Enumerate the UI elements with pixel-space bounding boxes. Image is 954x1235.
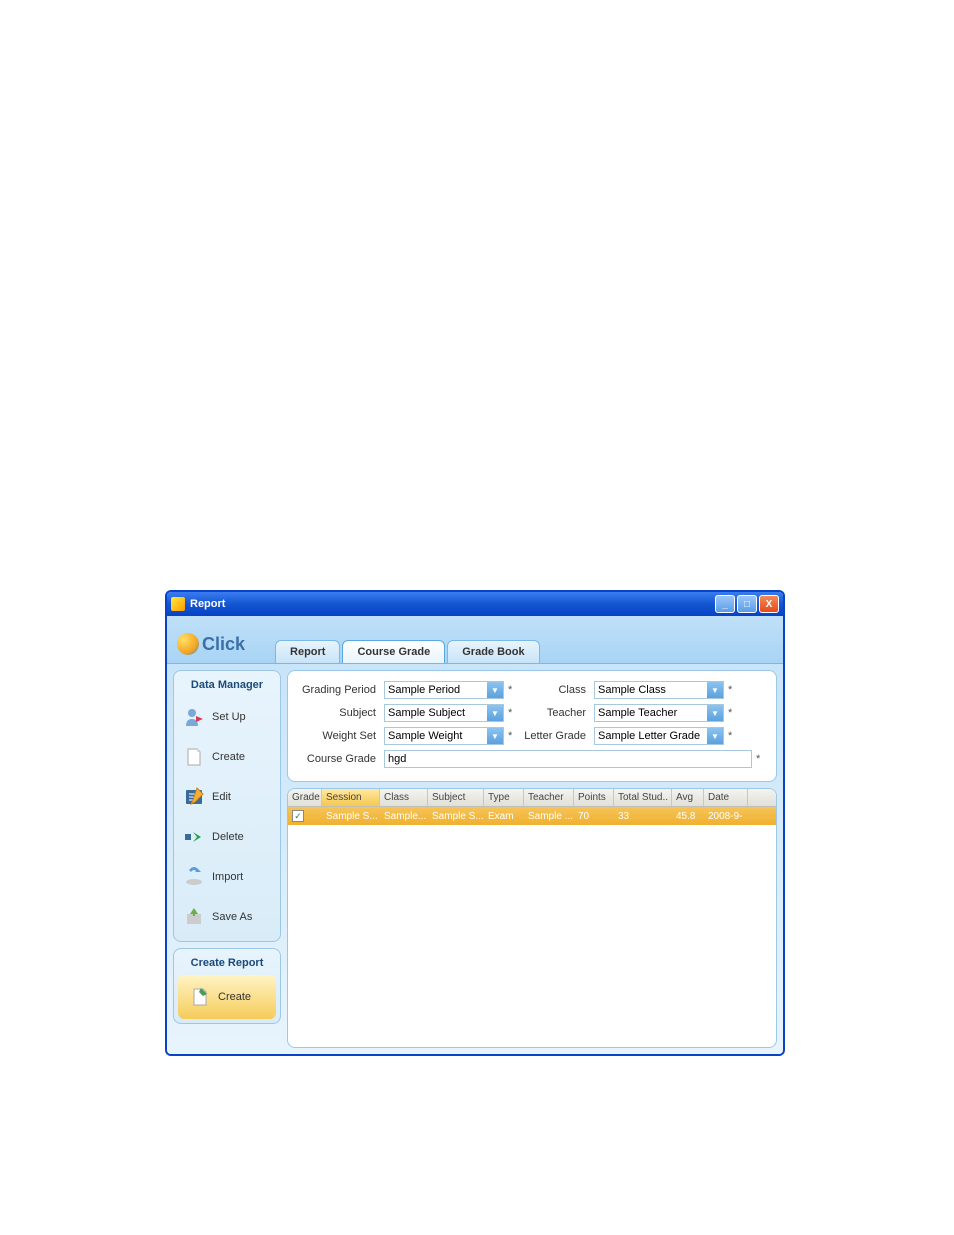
chevron-down-icon[interactable]: ▼ xyxy=(487,728,503,744)
chevron-down-icon[interactable]: ▼ xyxy=(707,705,723,721)
cell-date: 2008-9- xyxy=(704,809,748,824)
label-teacher: Teacher xyxy=(522,707,590,719)
dropdown-teacher[interactable]: Sample Teacher ▼ xyxy=(594,704,724,722)
data-manager-header: Data Manager xyxy=(178,675,276,697)
col-class[interactable]: Class xyxy=(380,789,428,806)
tabs: Report Course Grade Grade Book xyxy=(275,640,540,663)
cell-session: Sample S... xyxy=(322,809,380,824)
col-teacher[interactable]: Teacher xyxy=(524,789,574,806)
cell-points: 70 xyxy=(574,809,614,824)
col-avg[interactable]: Avg xyxy=(672,789,704,806)
chevron-down-icon[interactable]: ▼ xyxy=(707,682,723,698)
cell-class: Sample... xyxy=(380,809,428,824)
col-type[interactable]: Type xyxy=(484,789,524,806)
sidebar-item-import[interactable]: Import xyxy=(178,857,276,897)
sidebar-item-label: Edit xyxy=(212,791,231,803)
label-grading-period: Grading Period xyxy=(298,684,380,696)
required-mark: * xyxy=(728,730,738,742)
grid-panel: Grade Session Class Subject Type Teacher… xyxy=(287,788,777,1048)
sidebar-item-create[interactable]: Create xyxy=(178,737,276,777)
app-icon xyxy=(171,597,185,611)
main-area: Grading Period Sample Period ▼ * Class S… xyxy=(287,670,777,1048)
close-button[interactable]: X xyxy=(759,595,779,613)
col-date[interactable]: Date xyxy=(704,789,748,806)
required-mark: * xyxy=(728,684,738,696)
import-icon xyxy=(182,865,206,889)
required-mark: * xyxy=(508,707,518,719)
sidebar-item-label: Import xyxy=(212,871,243,883)
create-report-header: Create Report xyxy=(178,953,276,975)
sidebar: Data Manager Set Up Create xyxy=(173,670,281,1048)
cell-subject: Sample S... xyxy=(428,809,484,824)
maximize-button[interactable]: □ xyxy=(737,595,757,613)
content: Data Manager Set Up Create xyxy=(167,664,783,1054)
cell-teacher: Sample ... xyxy=(524,809,574,824)
dropdown-weight-set[interactable]: Sample Weight ▼ xyxy=(384,727,504,745)
create-report-label: Create xyxy=(218,991,251,1003)
cell-grade-check[interactable]: ✓ xyxy=(288,808,322,824)
col-session[interactable]: Session xyxy=(322,789,380,806)
cell-total-stud: 33 xyxy=(614,809,672,824)
sidebar-item-label: Set Up xyxy=(212,711,246,723)
tab-course-grade[interactable]: Course Grade xyxy=(342,640,445,663)
sidebar-item-delete[interactable]: Delete xyxy=(178,817,276,857)
create-report-button[interactable]: Create xyxy=(184,981,270,1013)
chevron-down-icon[interactable]: ▼ xyxy=(487,682,503,698)
sidebar-item-label: Save As xyxy=(212,911,252,923)
report-window: Report _ □ X Click Report Course Grade G… xyxy=(165,590,785,1056)
chevron-down-icon[interactable]: ▼ xyxy=(707,728,723,744)
create-report-icon xyxy=(188,985,212,1009)
textbox-course-grade[interactable]: hgd xyxy=(384,750,752,768)
cell-type: Exam xyxy=(484,809,524,824)
sidebar-item-label: Delete xyxy=(212,831,244,843)
required-mark: * xyxy=(728,707,738,719)
delete-icon xyxy=(182,825,206,849)
label-weight-set: Weight Set xyxy=(298,730,380,742)
col-total-stud[interactable]: Total Stud.. xyxy=(614,789,672,806)
dropdown-letter-grade[interactable]: Sample Letter Grade ▼ xyxy=(594,727,724,745)
sidebar-item-saveas[interactable]: Save As xyxy=(178,897,276,937)
header-area: Click Report Course Grade Grade Book xyxy=(167,616,783,664)
label-class: Class xyxy=(522,684,590,696)
tab-report[interactable]: Report xyxy=(275,640,340,663)
logo-icon xyxy=(177,633,199,655)
form-panel: Grading Period Sample Period ▼ * Class S… xyxy=(287,670,777,782)
saveas-icon xyxy=(182,905,206,929)
setup-icon xyxy=(182,705,206,729)
grid-header-row: Grade Session Class Subject Type Teacher… xyxy=(288,789,776,807)
col-grade[interactable]: Grade xyxy=(288,789,322,806)
sidebar-item-edit[interactable]: Edit xyxy=(178,777,276,817)
logo-text: Click xyxy=(202,634,245,655)
dropdown-grading-period[interactable]: Sample Period ▼ xyxy=(384,681,504,699)
col-points[interactable]: Points xyxy=(574,789,614,806)
checkbox-icon[interactable]: ✓ xyxy=(292,810,304,822)
dropdown-class[interactable]: Sample Class ▼ xyxy=(594,681,724,699)
required-mark: * xyxy=(508,684,518,696)
label-course-grade: Course Grade xyxy=(298,753,380,765)
create-icon xyxy=(182,745,206,769)
minimize-button[interactable]: _ xyxy=(715,595,735,613)
required-mark: * xyxy=(756,753,766,765)
sidebar-item-setup[interactable]: Set Up xyxy=(178,697,276,737)
col-subject[interactable]: Subject xyxy=(428,789,484,806)
data-manager-panel: Data Manager Set Up Create xyxy=(173,670,281,942)
label-subject: Subject xyxy=(298,707,380,719)
required-mark: * xyxy=(508,730,518,742)
label-letter-grade: Letter Grade xyxy=(522,730,590,742)
tab-grade-book[interactable]: Grade Book xyxy=(447,640,539,663)
dropdown-subject[interactable]: Sample Subject ▼ xyxy=(384,704,504,722)
edit-icon xyxy=(182,785,206,809)
cell-avg: 45.8 xyxy=(672,809,704,824)
create-report-panel: Create Report Create xyxy=(173,948,281,1024)
titlebar[interactable]: Report _ □ X xyxy=(167,592,783,616)
logo: Click xyxy=(177,633,245,663)
sidebar-item-label: Create xyxy=(212,751,245,763)
chevron-down-icon[interactable]: ▼ xyxy=(487,705,503,721)
grid-row[interactable]: ✓ Sample S... Sample... Sample S... Exam… xyxy=(288,807,776,825)
window-title: Report xyxy=(190,598,715,610)
